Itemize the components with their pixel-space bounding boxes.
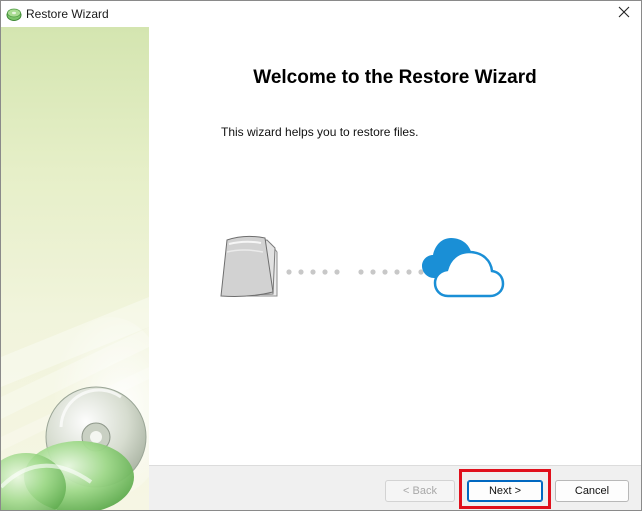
wizard-footer: < Back Next > Cancel	[149, 465, 641, 510]
files-stack-icon	[220, 235, 278, 297]
close-icon	[618, 5, 630, 23]
title-bar: Restore Wizard	[1, 1, 641, 27]
cloud-icon	[422, 238, 505, 298]
wizard-description: This wizard helps you to restore files.	[221, 125, 419, 139]
close-button[interactable]	[607, 1, 641, 27]
restore-illustration	[215, 232, 505, 317]
next-button-highlight	[459, 469, 551, 509]
wizard-sidebar-banner	[1, 27, 149, 510]
restore-disc-icon	[6, 6, 22, 22]
window-title: Restore Wizard	[26, 7, 109, 21]
cancel-button[interactable]: Cancel	[555, 480, 629, 502]
restore-wizard-window: Restore Wizard Welcome to the Restore Wi…	[0, 0, 642, 511]
disc-banner-art	[1, 297, 149, 510]
wizard-content: Welcome to the Restore Wizard This wizar…	[149, 27, 641, 465]
back-button[interactable]: < Back	[385, 480, 455, 502]
page-title: Welcome to the Restore Wizard	[253, 67, 537, 88]
